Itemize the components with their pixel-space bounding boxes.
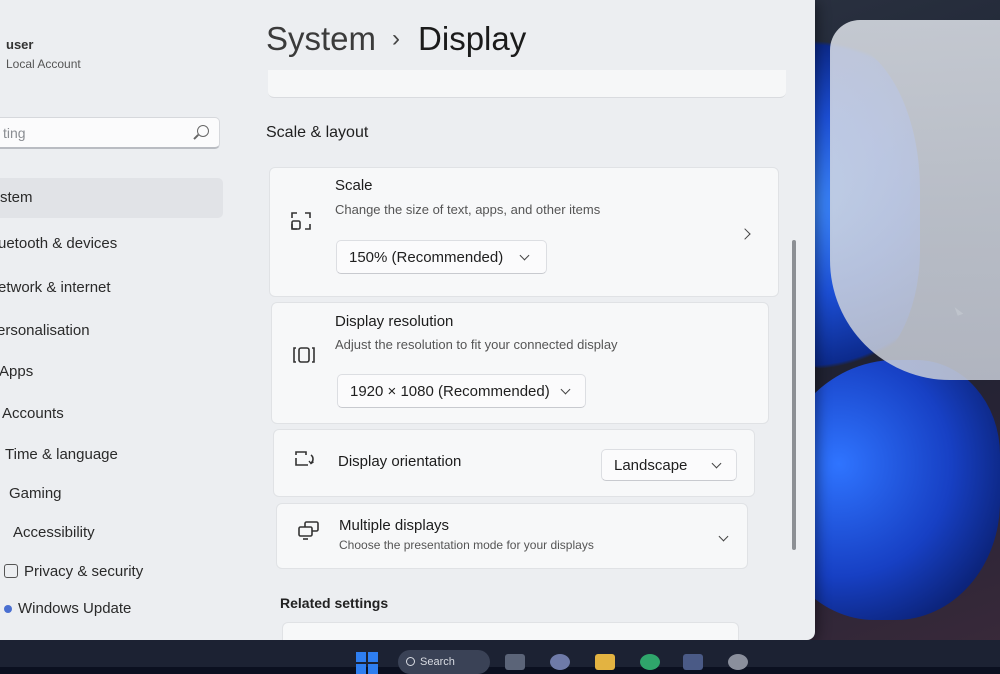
resolution-title: Display resolution [335, 313, 454, 330]
task-view-icon[interactable] [505, 654, 525, 670]
sidebar-item-accounts[interactable]: Accounts [2, 405, 64, 422]
sidebar-item-label: Accessibility [13, 524, 95, 541]
breadcrumb-separator: › [392, 25, 401, 52]
search-icon [406, 657, 415, 666]
scale-value: 150% (Recommended) [349, 249, 504, 266]
file-explorer-icon[interactable] [595, 654, 615, 670]
sidebar-item-label: uetooth & devices [0, 235, 118, 252]
sidebar-item-bluetooth[interactable]: uetooth & devices [0, 235, 117, 252]
shield-icon [4, 564, 18, 578]
sidebar-item-label: Accounts [2, 405, 64, 422]
sidebar-item-apps[interactable]: Apps [0, 363, 33, 380]
settings-app-icon[interactable] [728, 654, 748, 670]
resolution-icon [293, 347, 315, 363]
multiple-displays-card[interactable]: Multiple displays Choose the presentatio… [276, 503, 748, 569]
chevron-right-icon[interactable] [739, 228, 751, 240]
sidebar: user Local Account stem uetooth & device… [0, 0, 240, 640]
chevron-down-icon [560, 384, 571, 395]
sidebar-item-label: Gaming [9, 485, 62, 502]
sidebar-item-label: Windows Update [18, 600, 132, 617]
scale-dropdown[interactable]: 150% (Recommended) [336, 240, 547, 274]
sidebar-item-accessibility[interactable]: Accessibility [13, 524, 95, 541]
sidebar-item-system[interactable]: stem [0, 178, 223, 218]
start-icon[interactable] [356, 652, 378, 674]
orientation-icon [295, 451, 314, 466]
chevron-down-icon [519, 250, 530, 261]
resolution-description: Adjust the resolution to fit your connec… [335, 337, 618, 352]
taskbar-search[interactable]: Search [398, 650, 490, 674]
scale-icon [291, 212, 311, 230]
sidebar-item-personalisation[interactable]: ersonalisation [0, 322, 90, 339]
scale-description: Change the size of text, apps, and other… [335, 202, 601, 217]
store-icon[interactable] [683, 654, 703, 670]
edge-icon[interactable] [640, 654, 660, 670]
previous-card [268, 70, 786, 98]
resolution-value: 1920 × 1080 (Recommended) [350, 383, 550, 400]
settings-window: user Local Account stem uetooth & device… [0, 0, 815, 641]
search-icon[interactable] [197, 125, 209, 137]
chevron-down-icon[interactable] [718, 531, 729, 542]
sidebar-item-windows-update[interactable]: Windows Update [4, 600, 131, 617]
breadcrumb: System › Display [266, 20, 526, 58]
resolution-dropdown[interactable]: 1920 × 1080 (Recommended) [337, 374, 586, 408]
user-name: user [6, 37, 34, 52]
taskbar-search-label: Search [420, 656, 455, 668]
sidebar-item-label: Time & language [5, 446, 118, 463]
sidebar-item-network[interactable]: etwork & internet [0, 279, 111, 296]
desktop-background-window [830, 20, 1000, 380]
search-box[interactable] [0, 117, 220, 149]
multiple-displays-title: Multiple displays [339, 517, 450, 534]
multiple-displays-icon [298, 521, 319, 540]
search-input[interactable] [0, 118, 185, 148]
scale-card[interactable]: Scale Change the size of text, apps, and… [269, 167, 779, 297]
sidebar-item-label: stem [0, 189, 33, 206]
chevron-down-icon [711, 458, 722, 469]
section-title: Scale & layout [266, 124, 369, 141]
related-settings-card[interactable] [282, 622, 739, 641]
breadcrumb-system[interactable]: System [266, 20, 376, 57]
taskbar: Search [0, 640, 1000, 674]
sidebar-item-label: ersonalisation [0, 322, 90, 339]
page-title: Display [418, 20, 527, 57]
sidebar-item-label: Privacy & security [24, 563, 144, 580]
account-type: Local Account [6, 57, 81, 71]
sidebar-item-time-language[interactable]: Time & language [5, 446, 118, 463]
chat-icon[interactable] [550, 654, 570, 670]
orientation-value: Landscape [614, 457, 688, 474]
sidebar-item-label: Apps [0, 363, 34, 380]
scrollbar[interactable] [792, 240, 796, 550]
related-settings-title: Related settings [280, 595, 389, 611]
sidebar-item-privacy-security[interactable]: Privacy & security [4, 563, 143, 580]
multiple-displays-description: Choose the presentation mode for your di… [339, 538, 594, 552]
display-resolution-card: Display resolution Adjust the resolution… [271, 302, 769, 424]
sidebar-item-label: etwork & internet [0, 279, 111, 296]
update-icon [4, 605, 12, 613]
orientation-dropdown[interactable]: Landscape [601, 449, 737, 481]
display-orientation-card: Display orientation Landscape [273, 429, 755, 497]
sidebar-item-gaming[interactable]: Gaming [9, 485, 62, 502]
orientation-title: Display orientation [338, 453, 462, 470]
scale-title: Scale [335, 177, 373, 194]
